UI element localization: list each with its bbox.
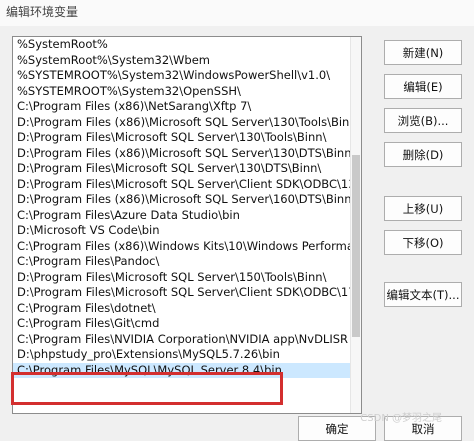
selected-list-item[interactable]: C:\Program Files\MySQL\MySQL Server 8.4\…	[13, 362, 361, 378]
list-item[interactable]: C:\Program Files\Git\cmd	[13, 316, 361, 332]
list-item[interactable]: D:\Microsoft VS Code\bin	[13, 223, 361, 239]
list-item[interactable]: D:\Program Files (x86)\Microsoft SQL Ser…	[13, 115, 361, 131]
list-item[interactable]: D:\Program Files\Microsoft SQL Server\Cl…	[13, 177, 361, 193]
list-item[interactable]: D:\Program Files\Microsoft SQL Server\15…	[13, 270, 361, 286]
vertical-scrollbar[interactable]	[350, 37, 361, 413]
list-item[interactable]: D:\Program Files\Microsoft SQL Server\13…	[13, 130, 361, 146]
list-item[interactable]: D:\Program Files (x86)\Microsoft SQL Ser…	[13, 192, 361, 208]
list-item[interactable]: D:\Program Files (x86)\Microsoft SQL Ser…	[13, 146, 361, 162]
watermark: CSDN @梦羽之尾	[360, 413, 442, 424]
window-title: 编辑环境变量	[6, 5, 79, 19]
delete-button[interactable]: 删除(D)	[384, 142, 462, 167]
list-item[interactable]: %SystemRoot%	[13, 37, 361, 53]
edit-text-button[interactable]: 编辑文本(T)...	[384, 282, 462, 307]
list-item[interactable]: D:\Program Files\Microsoft SQL Server\Cl…	[13, 285, 361, 301]
list-item[interactable]: C:\Program Files\dotnet\	[13, 301, 361, 317]
list-item[interactable]: D:\phpstudy_pro\Extensions\MySQL5.7.26\b…	[13, 347, 361, 363]
list-item[interactable]: C:\Program Files\NVIDIA Corporation\NVID…	[13, 332, 361, 348]
scrollbar-thumb[interactable]	[352, 155, 360, 337]
path-list[interactable]: %SystemRoot% %SystemRoot%\System32\Wbem …	[12, 36, 362, 414]
list-item[interactable]: D:\Program Files\Microsoft SQL Server\13…	[13, 161, 361, 177]
new-button[interactable]: 新建(N)	[384, 40, 462, 65]
list-item[interactable]: C:\Program Files (x86)\Windows Kits\10\W…	[13, 239, 361, 255]
list-item[interactable]: C:\Program Files (x86)\NetSarang\Xftp 7\	[13, 99, 361, 115]
list-item[interactable]: %SYSTEMROOT%\System32\WindowsPowerShell\…	[13, 68, 361, 84]
edit-button[interactable]: 编辑(E)	[384, 74, 462, 99]
move-up-button[interactable]: 上移(U)	[384, 196, 462, 221]
list-item[interactable]: %SystemRoot%\System32\Wbem	[13, 53, 361, 69]
title-bar: 编辑环境变量	[0, 0, 474, 26]
move-down-button[interactable]: 下移(O)	[384, 230, 462, 255]
browse-button[interactable]: 浏览(B)...	[384, 108, 462, 133]
list-item[interactable]: C:\Program Files\Pandoc\	[13, 254, 361, 270]
list-item[interactable]: %SYSTEMROOT%\System32\OpenSSH\	[13, 84, 361, 100]
list-item[interactable]: C:\Program Files\Azure Data Studio\bin	[13, 208, 361, 224]
